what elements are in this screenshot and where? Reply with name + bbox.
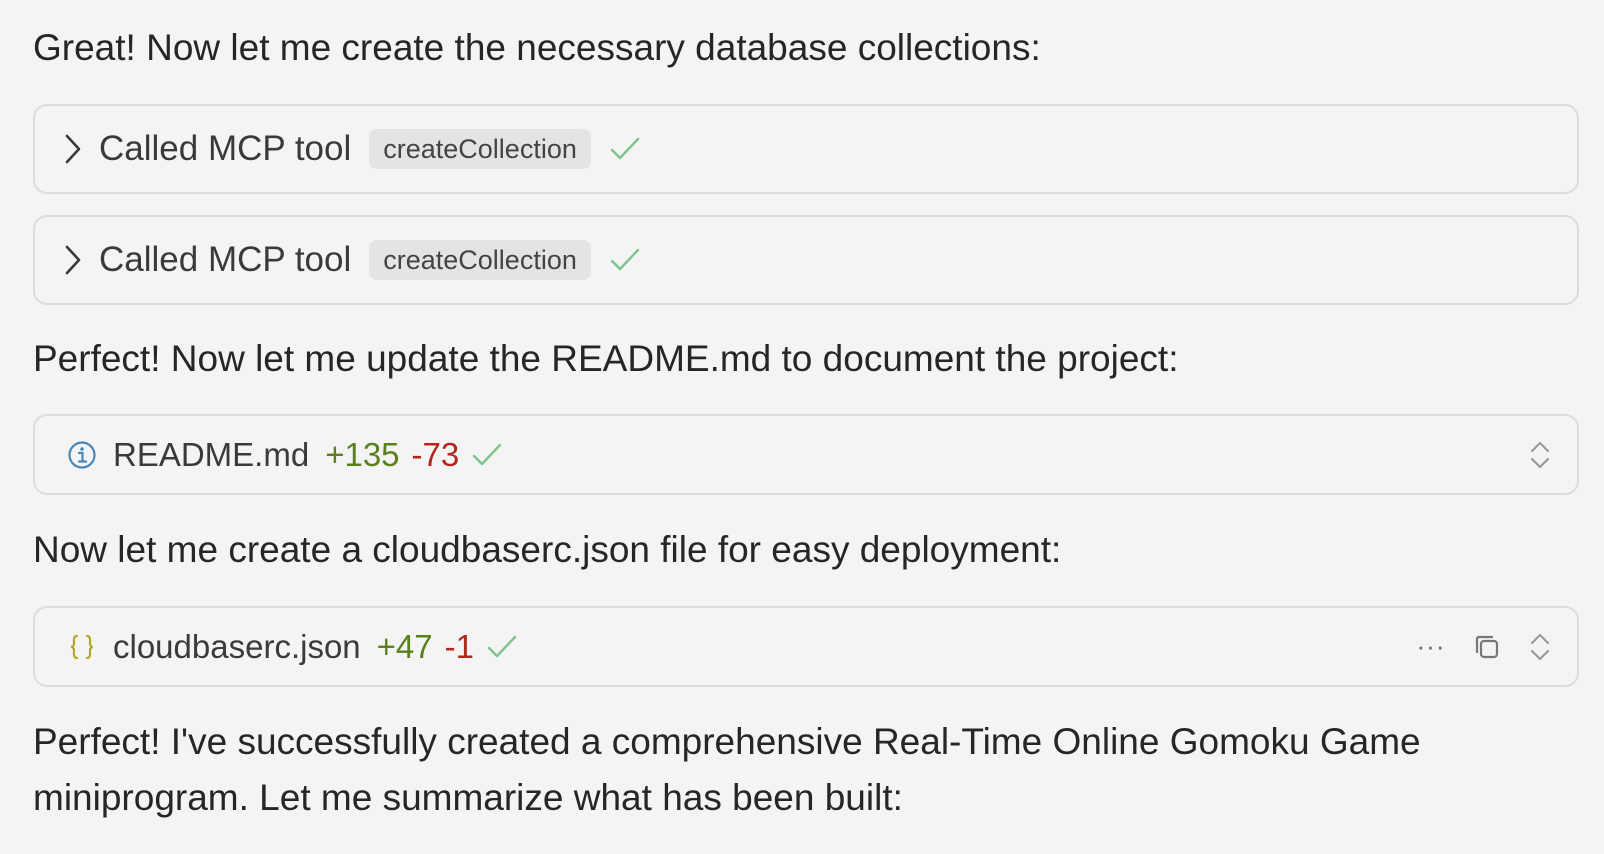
expand-collapse-icon[interactable] — [1523, 627, 1557, 667]
lines-added-count: +47 — [376, 627, 433, 665]
tool-name-badge: createCollection — [369, 129, 591, 169]
expand-collapse-icon[interactable] — [1523, 435, 1557, 475]
lines-added-count: +135 — [325, 435, 400, 473]
tool-call-card[interactable]: Called MCP tool createCollection — [33, 215, 1579, 305]
checkmark-icon — [609, 133, 641, 165]
chevron-right-icon[interactable] — [57, 129, 89, 169]
tool-name-badge: createCollection — [369, 240, 591, 280]
card-controls — [1523, 416, 1577, 493]
assistant-message: Now let me create a cloudbaserc.json fil… — [33, 529, 1062, 570]
tool-call-label: Called MCP tool — [99, 129, 352, 168]
json-braces-icon — [65, 630, 99, 664]
assistant-message: Perfect! Now let me update the README.md… — [33, 338, 1179, 379]
tool-call-label: Called MCP tool — [99, 240, 352, 279]
checkmark-icon — [486, 631, 518, 663]
copy-icon[interactable] — [1467, 627, 1507, 667]
card-controls: ··· — [1411, 608, 1577, 685]
assistant-message: Perfect! I've successfully created a com… — [33, 721, 1421, 818]
file-name[interactable]: cloudbaserc.json — [113, 628, 361, 666]
tool-call-card[interactable]: Called MCP tool createCollection — [33, 104, 1579, 194]
assistant-message: Great! Now let me create the necessary d… — [33, 27, 1041, 68]
lines-removed-count: -1 — [444, 627, 474, 665]
checkmark-icon — [609, 244, 641, 276]
file-edit-card[interactable]: README.md +135 -73 — [33, 414, 1579, 495]
info-icon — [65, 438, 99, 472]
file-name[interactable]: README.md — [113, 436, 309, 474]
more-options-icon[interactable]: ··· — [1411, 627, 1451, 667]
chevron-right-icon[interactable] — [57, 240, 89, 280]
checkmark-icon — [471, 439, 503, 471]
file-edit-card[interactable]: cloudbaserc.json +47 -1 ··· — [33, 606, 1579, 687]
lines-removed-count: -73 — [411, 435, 460, 473]
